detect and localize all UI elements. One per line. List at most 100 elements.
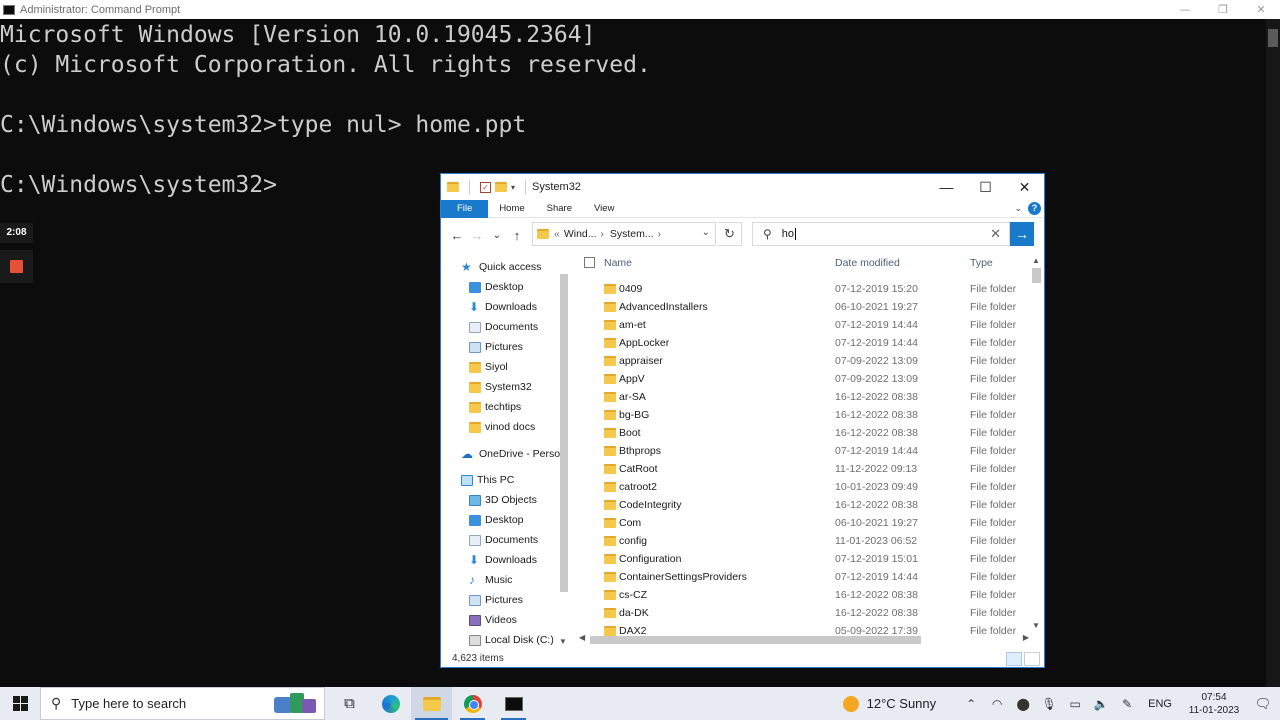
start-button[interactable]	[0, 687, 40, 720]
chevron-down-icon[interactable]: ⌄	[702, 227, 710, 238]
cmd-scrollbar-thumb[interactable]	[1268, 29, 1278, 47]
cmd-close-button[interactable]: ✕	[1242, 0, 1280, 19]
nav-pc-documents[interactable]: Documents	[469, 530, 538, 550]
network-icon[interactable]: ◠	[984, 697, 1010, 711]
nav-music[interactable]: ♪ Music	[469, 570, 512, 590]
volume-icon[interactable]: 🔈	[1088, 697, 1114, 711]
file-row[interactable]: AdvancedInstallers 06-10-2021 19:27 File f…	[574, 298, 1034, 316]
nav-downloads[interactable]: ⬇Downloads📌	[469, 297, 569, 317]
cmd-minimize-button[interactable]: —	[1166, 0, 1204, 19]
nav-local-disk[interactable]: Local Disk (C:)	[469, 630, 554, 648]
nav-documents[interactable]: Documents📌	[469, 317, 569, 337]
file-row[interactable]: Configuration 07-12-2019 15:01 File folder	[574, 550, 1034, 568]
tab-view[interactable]: View	[583, 200, 625, 218]
nav-siyol[interactable]: Siyol	[469, 357, 508, 377]
chevron-right-icon[interactable]: ›	[658, 229, 661, 240]
file-row[interactable]: am-et 07-12-2019 14:44 File folder	[574, 316, 1034, 334]
language-indicator[interactable]: ENG	[1148, 698, 1172, 710]
column-header-date[interactable]: Date modified	[835, 252, 900, 274]
details-view-icon[interactable]	[1006, 652, 1022, 666]
vertical-scrollbar-thumb[interactable]	[1032, 268, 1041, 283]
nav-pc-pictures[interactable]: Pictures	[469, 590, 523, 610]
scroll-down-icon[interactable]: ▼	[1032, 621, 1040, 630]
file-row[interactable]: ContainerSettingsProviders 07-12-2019 14:…	[574, 568, 1034, 586]
nav-this-pc[interactable]: This PC	[461, 470, 514, 490]
file-row[interactable]: cs-CZ 16-12-2022 08:38 File folder	[574, 586, 1034, 604]
breadcrumb-windows[interactable]: Wind...	[564, 228, 597, 240]
navpane-scrollbar[interactable]: ▼	[558, 256, 570, 646]
edge-taskbar-button[interactable]	[370, 687, 411, 720]
tab-file[interactable]: File	[441, 199, 489, 218]
pen-icon[interactable]: ✎	[1114, 697, 1140, 711]
tab-share[interactable]: Share	[536, 200, 583, 218]
breadcrumb-overflow[interactable]: «	[554, 228, 560, 240]
nav-quick-access[interactable]: ★ Quick access	[461, 257, 541, 277]
breadcrumb-system32[interactable]: System...	[610, 228, 654, 240]
taskbar-search-box[interactable]: ⚲ Type here to search	[40, 687, 325, 720]
nav-3d-objects[interactable]: 3D Objects	[469, 490, 537, 510]
scroll-down-icon[interactable]: ▼	[559, 637, 567, 646]
refresh-button[interactable]: ↻	[718, 222, 742, 246]
task-view-button[interactable]: ⧉	[329, 687, 370, 720]
expand-ribbon-icon[interactable]: ⌄	[1014, 203, 1022, 214]
notification-center-icon[interactable]: 🗨	[1246, 696, 1280, 712]
nav-pictures[interactable]: Pictures📌	[469, 337, 569, 357]
search-box[interactable]: ⚲ ho ✕	[752, 222, 1010, 246]
file-row[interactable]: AppLocker 07-12-2019 14:44 File folder	[574, 334, 1034, 352]
nav-techtips[interactable]: techtips	[469, 397, 521, 417]
column-header-name[interactable]: Name	[604, 252, 632, 274]
explorer-close-button[interactable]: ✕	[1005, 174, 1044, 200]
file-list-horizontal-scrollbar[interactable]: ◀ ▶	[574, 633, 1029, 646]
search-go-button[interactable]: →	[1010, 222, 1034, 246]
file-row[interactable]: catroot2 10-01-2023 09:49 File folder	[574, 478, 1034, 496]
cmd-taskbar-button[interactable]	[493, 687, 534, 720]
file-row[interactable]: Com 06-10-2021 19:27 File folder	[574, 514, 1034, 532]
battery-icon[interactable]: ▭	[1062, 697, 1088, 711]
file-row[interactable]: da-DK 16-12-2022 08:38 File folder	[574, 604, 1034, 622]
clock[interactable]: 07:54 11-01-2023	[1182, 691, 1246, 717]
tab-home[interactable]: Home	[488, 200, 535, 218]
explorer-minimize-button[interactable]: —	[927, 174, 966, 200]
file-row[interactable]: ar-SA 16-12-2022 08:38 File folder	[574, 388, 1034, 406]
new-folder-icon[interactable]	[495, 182, 507, 192]
nav-pc-desktop[interactable]: Desktop	[469, 510, 524, 530]
file-row[interactable]: appraiser 07-09-2022 13:09 File folder	[574, 352, 1034, 370]
file-row[interactable]: bg-BG 16-12-2022 08:38 File folder	[574, 406, 1034, 424]
file-row[interactable]: AppV 07-09-2022 13:09 File folder	[574, 370, 1034, 388]
nav-videos[interactable]: Videos	[469, 610, 517, 630]
show-hidden-icons-icon[interactable]: ⌃	[958, 697, 984, 711]
large-icons-view-icon[interactable]	[1024, 652, 1040, 666]
file-row[interactable]: CodeIntegrity 16-12-2022 08:38 File folder	[574, 496, 1034, 514]
cmd-scrollbar[interactable]	[1266, 19, 1280, 687]
file-row[interactable]: CatRoot 11-12-2022 09:13 File folder	[574, 460, 1034, 478]
cmd-maximize-button[interactable]: ❐	[1204, 0, 1242, 19]
weather-sun-icon[interactable]	[842, 695, 859, 712]
file-row[interactable]: Bthprops 07-12-2019 14:44 File folder	[574, 442, 1034, 460]
properties-icon[interactable]: ✓	[480, 181, 491, 193]
explorer-maximize-button[interactable]: ☐	[966, 174, 1005, 200]
search-input[interactable]: ho	[782, 228, 794, 240]
scroll-up-icon[interactable]: ▲	[1032, 256, 1040, 265]
security-icon[interactable]: ⬤	[1010, 697, 1036, 711]
file-row[interactable]: 0409 07-12-2019 15:20 File folder	[574, 280, 1034, 298]
microphone-icon[interactable]: 🎙	[1036, 697, 1062, 711]
clear-search-button[interactable]: ✕	[990, 226, 1001, 242]
customize-toolbar-icon[interactable]: ▾	[511, 183, 515, 192]
back-button[interactable]: ←	[447, 228, 467, 243]
file-list-vertical-scrollbar[interactable]: ▲ ▼	[1030, 256, 1043, 630]
nav-onedrive[interactable]: ☁ OneDrive - Person	[461, 444, 566, 464]
horizontal-scrollbar-thumb[interactable]	[590, 636, 921, 644]
help-icon[interactable]: ?	[1028, 202, 1041, 215]
address-bar[interactable]: « Wind... › System... › ⌄	[532, 222, 716, 246]
file-row[interactable]: config 11-01-2023 06:52 File folder	[574, 532, 1034, 550]
navpane-scrollbar-thumb[interactable]	[560, 274, 568, 592]
recent-locations-button[interactable]: ⌄	[487, 230, 507, 241]
column-header-type[interactable]: Type	[970, 252, 993, 274]
file-explorer-taskbar-button[interactable]	[411, 687, 452, 720]
weather-widget[interactable]: 12°C Sunny	[867, 696, 937, 711]
nav-system32[interactable]: System32	[469, 377, 532, 397]
up-button[interactable]: ↑	[507, 228, 527, 243]
forward-button[interactable]: →	[467, 228, 487, 243]
scroll-right-icon[interactable]: ▶	[1023, 633, 1029, 642]
stop-recording-button[interactable]	[0, 250, 33, 283]
